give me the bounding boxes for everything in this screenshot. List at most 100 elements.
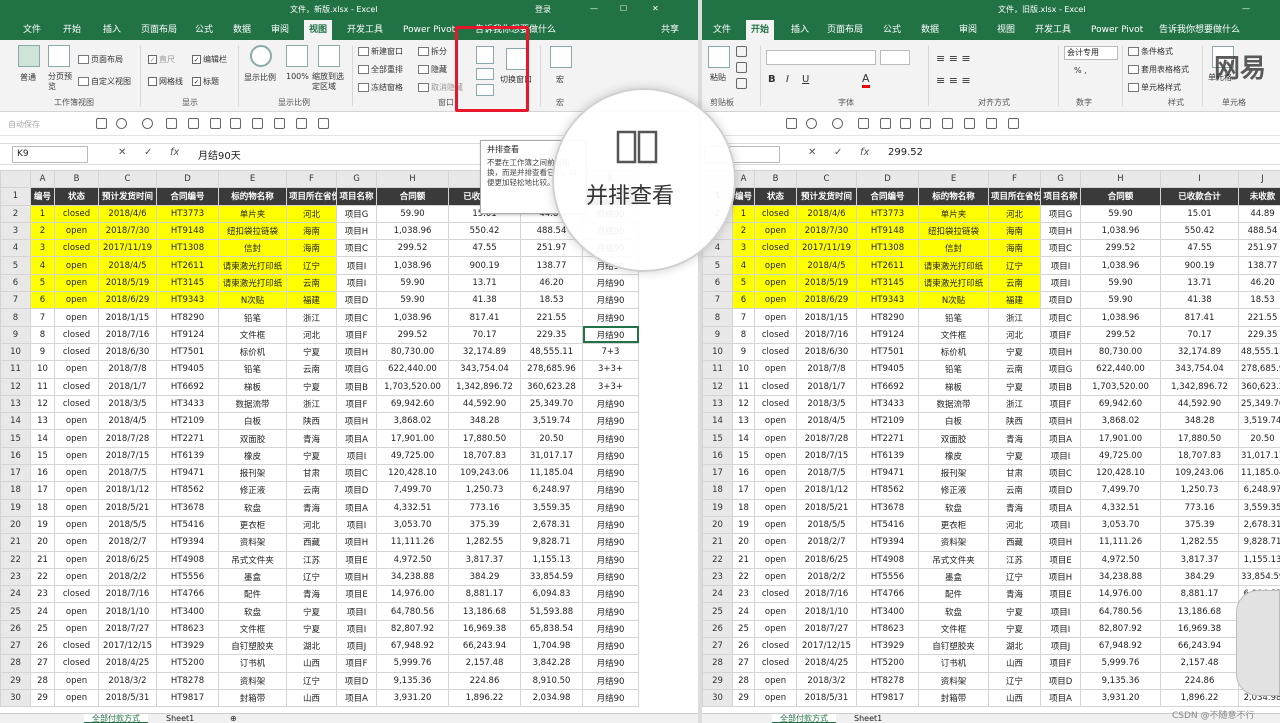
cell[interactable]: 7 xyxy=(732,308,755,327)
cell[interactable]: 5 xyxy=(732,273,755,293)
cell[interactable]: 项目I xyxy=(336,602,377,621)
cell[interactable]: 2017/11/19 xyxy=(796,239,857,258)
cell[interactable]: 陕西 xyxy=(988,412,1041,431)
cell[interactable]: closed xyxy=(754,585,797,604)
cell[interactable]: 2018/7/16 xyxy=(796,585,857,604)
cell[interactable]: 辽宁 xyxy=(286,671,337,690)
cell[interactable]: 白板 xyxy=(218,412,287,431)
cell[interactable]: 请柬激光打印纸 xyxy=(218,256,287,275)
paste-icon[interactable] xyxy=(708,46,730,68)
cell[interactable]: open xyxy=(754,429,797,448)
cell[interactable]: HT5556 xyxy=(856,567,919,587)
cell[interactable]: 项目G xyxy=(1040,204,1081,223)
cell[interactable]: HT9394 xyxy=(856,533,919,552)
cell[interactable]: 橡皮 xyxy=(218,446,287,466)
tab-file[interactable]: 文件 xyxy=(708,20,736,40)
cell[interactable]: 25,349.70 xyxy=(520,394,583,414)
percent-button[interactable]: % , xyxy=(1074,66,1087,75)
cell[interactable]: open xyxy=(754,464,797,483)
cell[interactable]: HT9148 xyxy=(156,221,219,241)
cell[interactable]: HT9394 xyxy=(156,533,219,552)
zoom-100-icon[interactable] xyxy=(286,45,308,67)
cell[interactable]: 21 xyxy=(30,550,55,569)
cell[interactable]: 44,592.90 xyxy=(1160,394,1239,414)
cell[interactable]: 4,332.51 xyxy=(376,498,449,517)
row-header[interactable]: 21 xyxy=(0,533,31,552)
cell[interactable]: 2018/7/16 xyxy=(98,585,157,604)
cell[interactable]: 2018/5/19 xyxy=(98,273,157,293)
cell[interactable]: 项目B xyxy=(1040,377,1081,396)
cell[interactable]: 云南 xyxy=(988,273,1041,293)
row-header[interactable]: 9 xyxy=(0,325,31,344)
cell[interactable]: 项目H xyxy=(1040,342,1081,362)
cell[interactable]: 云南 xyxy=(286,273,337,293)
cell[interactable]: 项目D xyxy=(336,671,377,690)
cell[interactable]: 14 xyxy=(30,429,55,448)
cell[interactable]: 项目I xyxy=(1040,273,1081,293)
cell[interactable]: open xyxy=(754,273,797,293)
cell[interactable]: 海南 xyxy=(286,239,337,258)
share-button[interactable]: 共享 xyxy=(656,20,684,40)
cell[interactable]: 项目J xyxy=(1040,637,1081,656)
row-header[interactable]: 20 xyxy=(702,515,733,535)
cell[interactable]: 5,999.76 xyxy=(1080,654,1161,673)
cell[interactable]: 2018/5/31 xyxy=(98,688,157,708)
formula-input[interactable]: 299.52 xyxy=(888,147,923,158)
cell[interactable]: 82,807.92 xyxy=(376,619,449,639)
tab-file[interactable]: 文件 xyxy=(18,20,46,40)
cell[interactable]: 221.55 xyxy=(1238,308,1280,327)
cell[interactable]: 单片夹 xyxy=(918,204,989,223)
cell[interactable]: 4,972.50 xyxy=(1080,550,1161,569)
cell[interactable]: open xyxy=(54,602,99,621)
cell[interactable]: 2018/1/10 xyxy=(796,602,857,621)
cell[interactable]: HT3400 xyxy=(156,602,219,621)
cell[interactable]: 3,931.20 xyxy=(1080,688,1161,708)
header-cell[interactable]: 合同额 xyxy=(376,187,449,206)
print-preview-icon[interactable] xyxy=(166,118,177,129)
cell[interactable]: closed xyxy=(754,637,797,656)
cell[interactable]: 数据流带 xyxy=(218,394,287,414)
cell[interactable]: 8,881.17 xyxy=(1160,585,1239,604)
cell[interactable]: 信封 xyxy=(218,239,287,258)
header-cell[interactable]: 编号 xyxy=(30,187,55,206)
find-icon[interactable] xyxy=(880,118,891,129)
cell[interactable]: 项目D xyxy=(1040,291,1081,310)
cell[interactable]: 70.17 xyxy=(448,325,521,344)
cell[interactable]: 2018/7/28 xyxy=(98,429,157,448)
cell[interactable]: 3,842.28 xyxy=(520,654,583,673)
cell[interactable]: 5,999.76 xyxy=(376,654,449,673)
cell[interactable]: 343,754.04 xyxy=(448,360,521,379)
cell[interactable]: open xyxy=(754,567,797,587)
cell[interactable]: 22 xyxy=(30,567,55,587)
cell[interactable]: open xyxy=(54,567,99,587)
cell[interactable]: 双面胶 xyxy=(218,429,287,448)
cell[interactable]: 4,332.51 xyxy=(1080,498,1161,517)
cell[interactable]: 江苏 xyxy=(988,550,1041,569)
cell[interactable]: 32,174.89 xyxy=(448,342,521,362)
cell[interactable]: 6 xyxy=(30,291,55,310)
cell[interactable]: 2018/1/12 xyxy=(98,481,157,500)
cell[interactable]: open xyxy=(754,412,797,431)
split-button[interactable]: 拆分 xyxy=(418,46,447,57)
cell[interactable]: 19 xyxy=(732,515,755,535)
cell[interactable]: 封箱带 xyxy=(218,688,287,708)
column-header[interactable]: G xyxy=(1040,170,1081,189)
cell[interactable]: 41.38 xyxy=(1160,291,1239,310)
cell[interactable]: 3,519.74 xyxy=(1238,412,1280,431)
sheet-tab-sheet1[interactable]: Sheet1 xyxy=(846,714,890,723)
tab-power-pivot[interactable]: Power Pivot xyxy=(398,20,460,40)
cell[interactable]: 西藏 xyxy=(988,533,1041,552)
cell[interactable]: 项目C xyxy=(336,239,377,258)
cell[interactable]: 2018/7/5 xyxy=(98,464,157,483)
cell[interactable]: 吊式文件夹 xyxy=(918,550,989,569)
cell[interactable]: 项目H xyxy=(336,342,377,362)
cell[interactable]: 6,248.97 xyxy=(1238,481,1280,500)
cell[interactable]: 2018/7/8 xyxy=(796,360,857,379)
cell[interactable]: 2018/7/30 xyxy=(796,221,857,241)
add-sheet-icon[interactable]: ⊕ xyxy=(222,714,245,723)
cell[interactable]: 59.90 xyxy=(1080,273,1161,293)
cell[interactable]: closed xyxy=(54,325,99,344)
cell[interactable]: 22 xyxy=(732,567,755,587)
cell[interactable]: open xyxy=(54,256,99,275)
cell[interactable]: 文件框 xyxy=(218,619,287,639)
